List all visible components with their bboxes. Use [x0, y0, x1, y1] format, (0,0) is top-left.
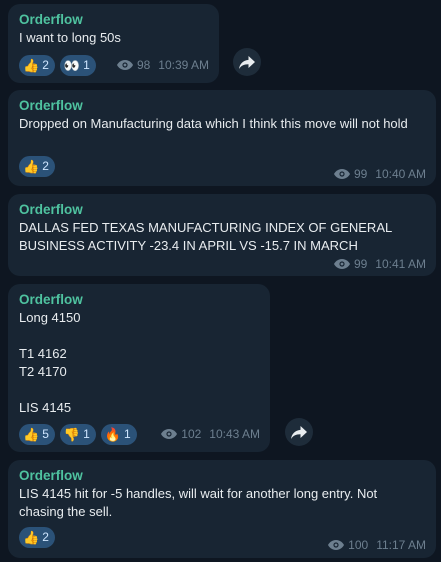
thumbs-up-icon: 👍	[23, 426, 40, 442]
reaction-fire[interactable]: 🔥 1	[100, 423, 137, 445]
sender-name[interactable]: Orderflow	[19, 97, 425, 115]
views-eye-icon	[333, 169, 350, 179]
message-text: Long 4150 T1 4162 T2 4170 LIS 4145	[19, 310, 81, 415]
message-meta: 98 10:39 AM	[116, 58, 209, 72]
message-time: 10:41 AM	[375, 257, 426, 271]
message-footer: 👍 2 99 10:40 AM	[19, 155, 426, 181]
views-eye-icon	[116, 60, 133, 70]
message-time: 10:43 AM	[209, 427, 260, 441]
reaction-count: 2	[42, 530, 49, 544]
reactions: 👍 2 👀 1	[19, 54, 96, 76]
share-arrow-icon	[239, 55, 255, 69]
reaction-thumbs-up[interactable]: 👍 2	[19, 54, 55, 76]
message-meta: 102 10:43 AM	[161, 427, 260, 441]
view-count: 99	[353, 257, 368, 271]
reaction-thumbs-up[interactable]: 👍 5	[19, 423, 55, 445]
share-arrow-icon	[291, 425, 307, 439]
message-footer: 👍 5 👎 1 🔥 1 102 10:43 AM	[19, 423, 260, 445]
message-footer: 99 10:41 AM	[19, 253, 426, 275]
views-eye-icon	[328, 540, 345, 550]
reaction-eyes[interactable]: 👀 1	[59, 54, 96, 76]
message-text: I want to long 50s	[19, 30, 121, 45]
thumbs-up-icon: 👍	[23, 158, 40, 174]
reaction-count: 1	[83, 427, 90, 441]
reaction-thumbs-up[interactable]: 👍 2	[19, 155, 55, 177]
message-feed: Orderflow I want to long 50s 👍 2 👀 1 98 …	[0, 0, 441, 562]
view-count: 98	[136, 58, 151, 72]
sender-name[interactable]: Orderflow	[19, 11, 208, 29]
message-meta: 100 11:17 AM	[328, 538, 426, 552]
thumbs-down-icon: 👎	[63, 426, 81, 442]
message-text: DALLAS FED TEXAS MANUFACTURING INDEX OF …	[19, 220, 396, 253]
reactions: 👍 5 👎 1 🔥 1	[19, 423, 137, 445]
reaction-count: 2	[42, 159, 49, 173]
message-time: 11:17 AM	[376, 538, 426, 552]
share-button[interactable]	[233, 48, 261, 76]
view-count: 100	[348, 538, 369, 552]
fire-icon: 🔥	[104, 426, 121, 442]
reaction-count: 5	[42, 427, 49, 441]
sender-name[interactable]: Orderflow	[19, 467, 425, 485]
message-bubble[interactable]: Orderflow DALLAS FED TEXAS MANUFACTURING…	[8, 194, 436, 276]
message-bubble[interactable]: Orderflow I want to long 50s 👍 2 👀 1 98 …	[8, 4, 219, 83]
reaction-thumbs-down[interactable]: 👎 1	[59, 423, 96, 445]
reactions: 👍 2	[19, 526, 55, 548]
message-bubble[interactable]: Orderflow LIS 4145 hit for -5 handles, w…	[8, 460, 436, 558]
message-time: 10:40 AM	[375, 167, 426, 181]
message-footer: 👍 2 👀 1 98 10:39 AM	[19, 54, 209, 76]
view-count: 102	[181, 427, 202, 441]
message-meta: 99 10:40 AM	[333, 167, 426, 181]
sender-name[interactable]: Orderflow	[19, 201, 425, 219]
reaction-count: 1	[83, 58, 90, 72]
reactions: 👍 2	[19, 155, 55, 177]
thumbs-up-icon: 👍	[23, 529, 40, 545]
views-eye-icon	[333, 259, 350, 269]
reaction-count: 2	[42, 58, 49, 72]
message-bubble[interactable]: Orderflow Dropped on Manufacturing data …	[8, 90, 436, 186]
message-meta: 99 10:41 AM	[333, 257, 426, 271]
sender-name[interactable]: Orderflow	[19, 291, 259, 309]
message-text: Dropped on Manufacturing data which I th…	[19, 116, 408, 131]
thumbs-up-icon: 👍	[23, 57, 40, 73]
reaction-thumbs-up[interactable]: 👍 2	[19, 526, 55, 548]
views-eye-icon	[161, 429, 178, 439]
message-time: 10:39 AM	[158, 58, 209, 72]
eyes-icon: 👀	[63, 57, 81, 73]
message-footer: 👍 2 100 11:17 AM	[19, 526, 426, 552]
share-button[interactable]	[285, 418, 313, 446]
message-bubble[interactable]: Orderflow Long 4150 T1 4162 T2 4170 LIS …	[8, 284, 270, 452]
view-count: 99	[353, 167, 368, 181]
reaction-count: 1	[123, 427, 131, 441]
message-text: LIS 4145 hit for -5 handles, will wait f…	[19, 486, 381, 519]
